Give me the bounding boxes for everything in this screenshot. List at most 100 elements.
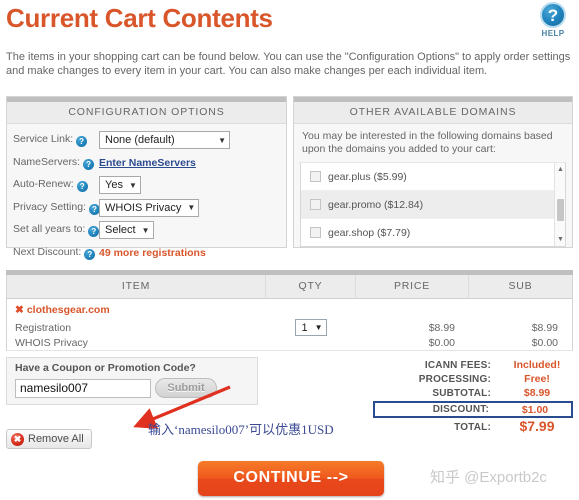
config-label-next-discount: Next Discount: xyxy=(13,245,82,258)
configuration-options-heading: CONFIGURATION OPTIONS xyxy=(7,102,286,124)
total-label: SUBTOTAL: xyxy=(432,387,491,399)
total-value: Included! xyxy=(513,359,561,371)
list-item[interactable]: gear.plus ($5.99) xyxy=(301,163,565,191)
domain-checkbox[interactable] xyxy=(310,227,321,238)
help-tip-icon[interactable]: ? xyxy=(83,158,95,170)
page-title: Current Cart Contents xyxy=(6,3,273,33)
chevron-down-icon: ▼ xyxy=(314,323,323,332)
total-value: $1.00 xyxy=(521,403,549,416)
total-row-icann-fees: ICANN FEES: Included! xyxy=(373,358,573,372)
config-label-nameservers: NameServers: xyxy=(13,155,81,168)
row-price: $8.99 xyxy=(428,321,455,334)
help-tip-icon[interactable]: ? xyxy=(76,136,88,147)
domain-label: gear.shop ($7.79) xyxy=(328,226,411,239)
domain-label: gear.promo ($12.84) xyxy=(328,198,424,211)
order-totals: ICANN FEES: Included! PROCESSING: Free! … xyxy=(373,358,573,434)
config-row-auto-renew: Auto-Renew:? Yes ▼ xyxy=(13,175,286,195)
remove-all-button[interactable]: ✖ Remove All xyxy=(6,429,92,449)
config-row-nameservers: NameServers:? Enter NameServers xyxy=(13,153,286,173)
intro-text: The items in your shopping cart can be f… xyxy=(6,51,571,77)
list-item[interactable]: gear.promo ($12.84) xyxy=(301,191,565,219)
table-row: WHOIS Privacy $0.00 $0.00 xyxy=(7,335,572,350)
top-panels: CONFIGURATION OPTIONS Service Link:? Non… xyxy=(6,96,573,260)
other-available-domains-heading: OTHER AVAILABLE DOMAINS xyxy=(294,102,572,124)
continue-button[interactable]: CONTINUE --> xyxy=(198,461,384,496)
total-label: PROCESSING: xyxy=(418,373,491,385)
help-tip-icon[interactable]: ? xyxy=(88,226,100,237)
column-header-item: ITEM xyxy=(7,275,266,298)
question-mark-icon: ? xyxy=(540,2,566,28)
next-discount-value: 49 more registrations xyxy=(99,246,206,259)
config-label-privacy-setting: Privacy Setting: xyxy=(13,200,86,213)
quantity-value: 1 xyxy=(301,321,308,334)
row-sub: $0.00 xyxy=(531,336,558,349)
cart-domain-label: clothesgear.com xyxy=(26,304,110,316)
total-value: Free! xyxy=(524,373,550,385)
chevron-down-icon: ▼ xyxy=(128,180,137,190)
row-price: $0.00 xyxy=(428,336,455,349)
cart-domain-name: ✖ clothesgear.com xyxy=(7,304,572,316)
help-button[interactable]: ? HELP xyxy=(533,2,573,38)
help-tip-icon[interactable]: ? xyxy=(84,248,96,260)
config-row-set-all-years: Set all years to:? Select ▼ xyxy=(13,220,286,240)
total-value: $8.99 xyxy=(523,387,551,399)
help-label: HELP xyxy=(541,29,565,38)
privacy-setting-value: WHOIS Privacy xyxy=(105,201,182,214)
help-tip-icon[interactable]: ? xyxy=(76,181,88,192)
total-row-total: TOTAL: $7.99 xyxy=(373,418,573,434)
config-label-set-all-years: Set all years to: xyxy=(13,223,86,235)
chinese-annotation: 输入‘namesilo007’可以优惠1USD xyxy=(148,422,334,437)
configuration-options-panel: CONFIGURATION OPTIONS Service Link:? Non… xyxy=(6,96,287,260)
chevron-down-icon: ▼ xyxy=(218,135,226,145)
domains-intro-text: You may be interested in the following d… xyxy=(302,130,553,155)
remove-item-icon[interactable]: ✖ xyxy=(15,304,24,316)
chevron-down-icon: ▼ xyxy=(187,203,196,212)
service-link-value: None (default) xyxy=(105,134,175,146)
total-label: DISCOUNT: xyxy=(432,404,489,415)
domain-label: gear.plus ($5.99) xyxy=(328,170,407,183)
domains-list-scrollbar[interactable]: ▲ ▼ xyxy=(554,163,565,246)
set-all-years-value: Select xyxy=(105,224,136,236)
column-header-price: PRICE xyxy=(356,275,469,298)
config-label-auto-renew: Auto-Renew: xyxy=(13,178,74,190)
column-header-sub: SUB xyxy=(508,280,533,292)
total-row-discount: DISCOUNT: $1.00 xyxy=(373,401,573,418)
domain-checkbox[interactable] xyxy=(310,199,321,210)
quantity-select[interactable]: 1 ▼ xyxy=(295,319,327,336)
row-qty-cell: 1 ▼ xyxy=(266,319,356,336)
enter-nameservers-link[interactable]: Enter NameServers xyxy=(99,157,196,169)
cart-items-table: ITEM QTY PRICE SUB ✖ clothesgear.com Regi… xyxy=(6,270,573,351)
privacy-setting-select[interactable]: WHOIS Privacy ▼ xyxy=(99,198,200,217)
total-value: $7.99 xyxy=(519,418,555,434)
total-label: TOTAL: xyxy=(454,421,491,433)
watermark: 知乎 @Exportb2c xyxy=(430,469,547,486)
config-label-service-link: Service Link: xyxy=(13,133,74,145)
config-row-service-link: Service Link:? None (default) ▼ xyxy=(13,130,286,150)
remove-all-label: Remove All xyxy=(28,433,84,445)
scroll-down-icon[interactable]: ▼ xyxy=(555,234,565,245)
table-body: ✖ clothesgear.com Registration 1 ▼ $8.99 … xyxy=(6,299,573,351)
config-row-privacy-setting: Privacy Setting:? WHOIS Privacy ▼ xyxy=(13,198,286,218)
coupon-title: Have a Coupon or Promotion Code? xyxy=(15,362,196,374)
config-row-next-discount: Next Discount:? 49 more registrations xyxy=(13,243,286,263)
auto-renew-select[interactable]: Yes ▼ xyxy=(99,176,141,194)
column-header-qty: QTY xyxy=(266,275,356,298)
row-item-label: WHOIS Privacy xyxy=(15,336,88,349)
list-item[interactable]: gear.shop ($7.79) xyxy=(301,219,565,246)
row-sub: $8.99 xyxy=(531,321,558,334)
chevron-down-icon: ▼ xyxy=(141,225,150,235)
service-link-select[interactable]: None (default) ▼ xyxy=(99,131,230,149)
remove-circle-icon: ✖ xyxy=(11,432,24,446)
set-all-years-select[interactable]: Select ▼ xyxy=(99,221,154,239)
table-row: Registration 1 ▼ $8.99 $8.99 xyxy=(7,319,572,336)
domain-checkbox[interactable] xyxy=(310,171,321,182)
scroll-up-icon[interactable]: ▲ xyxy=(555,164,565,175)
configuration-rows: Service Link:? None (default) ▼ NameServ… xyxy=(7,124,286,263)
total-row-subtotal: SUBTOTAL: $8.99 xyxy=(373,386,573,400)
table-header-row: ITEM QTY PRICE SUB xyxy=(6,275,573,299)
auto-renew-value: Yes xyxy=(105,179,123,191)
total-row-processing: PROCESSING: Free! xyxy=(373,372,573,386)
other-available-domains-panel: OTHER AVAILABLE DOMAINS You may be inter… xyxy=(293,96,573,248)
total-label: ICANN FEES: xyxy=(424,359,491,371)
scrollbar-thumb[interactable] xyxy=(557,199,564,221)
